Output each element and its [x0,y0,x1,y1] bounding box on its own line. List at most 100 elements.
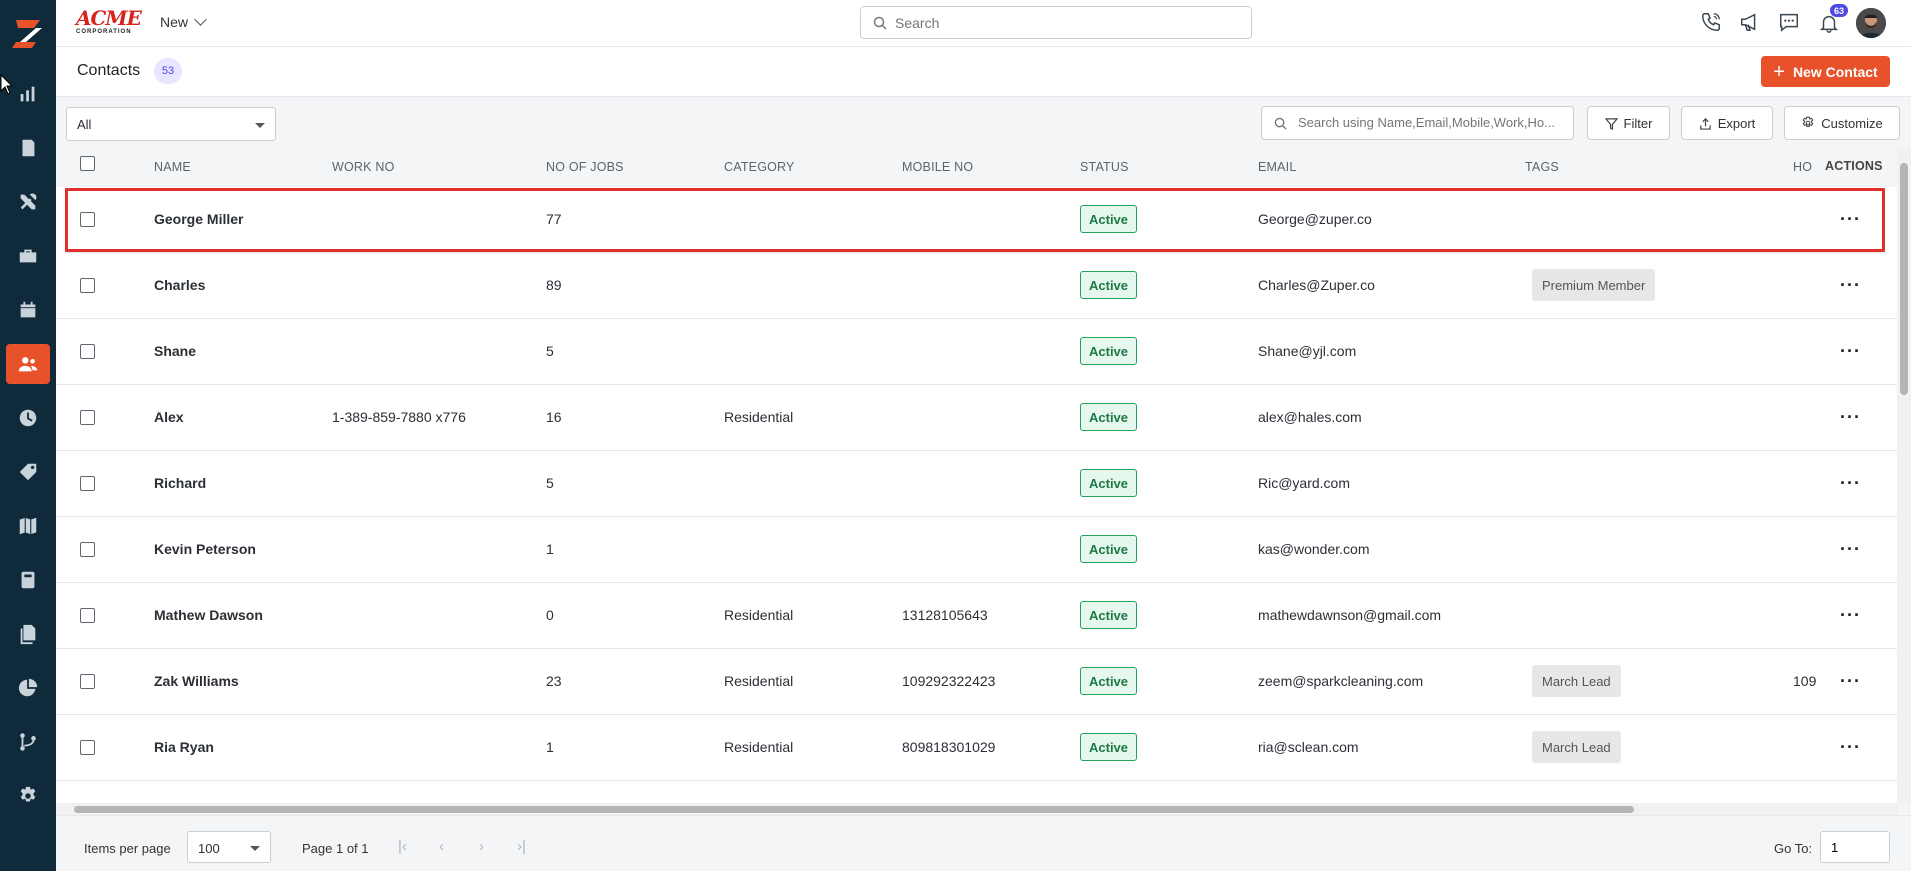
col-header-jobs[interactable]: NO OF JOBS [546,160,624,174]
table-row[interactable]: Alex 1-389-859-7880 x776 16 Residential Acti… [56,385,1898,451]
row-actions-icon[interactable]: ··· [1840,341,1861,362]
customize-button[interactable]: Customize [1784,106,1900,140]
row-checkbox[interactable] [80,344,95,359]
col-header-category[interactable]: CATEGORY [724,160,795,174]
contact-name[interactable]: Alex [154,409,184,425]
table-row[interactable]: Shane 5 Active Shane@yjl.com ··· [56,319,1898,385]
mouse-cursor-icon [0,74,14,95]
horizontal-scrollbar[interactable] [56,803,1898,815]
sidebar-item-tools[interactable] [6,182,50,222]
row-actions-icon[interactable]: ··· [1840,539,1861,560]
export-button[interactable]: Export [1681,106,1773,140]
last-page-icon[interactable]: ›| [517,838,526,855]
contact-name[interactable]: Kevin Peterson [154,541,256,557]
row-actions-icon[interactable]: ··· [1840,275,1861,296]
row-actions-icon[interactable]: ··· [1840,473,1861,494]
col-header-home[interactable]: HO [1793,160,1812,174]
status-badge: Active [1080,469,1138,497]
row-checkbox[interactable] [80,674,95,689]
export-button-label: Export [1717,115,1756,131]
row-checkbox[interactable] [80,278,95,293]
phone-icon[interactable] [1700,11,1722,33]
row-checkbox[interactable] [80,542,95,557]
vertical-scrollbar[interactable] [1897,149,1911,803]
brand-logo[interactable]: ACME CORPORATION [76,8,142,36]
sidebar-item-settings[interactable] [6,776,50,816]
sidebar-item-map[interactable] [6,506,50,546]
status-badge: Active [1080,667,1138,695]
row-actions-icon[interactable]: ··· [1840,407,1861,428]
table-row[interactable]: Richard 5 Active Ric@yard.com ··· [56,451,1898,517]
items-per-page-select[interactable]: 100 [187,831,271,863]
clock-icon [19,409,37,427]
row-actions-icon[interactable]: ··· [1840,737,1861,758]
row-actions-icon[interactable]: ··· [1840,671,1861,692]
sidebar-item-contacts[interactable] [6,344,50,384]
col-header-mobile[interactable]: MOBILE NO [902,160,973,174]
row-actions-icon[interactable]: ··· [1840,605,1861,626]
global-search[interactable] [860,6,1252,39]
table-row[interactable]: Kevin Peterson 1 Active kas@wonder.com ··· [56,517,1898,583]
col-header-email[interactable]: EMAIL [1258,160,1297,174]
contact-name[interactable]: Richard [154,475,206,491]
contact-name[interactable]: Zak Williams [154,673,239,689]
filter-button[interactable]: Filter [1587,106,1670,140]
table-row[interactable]: Zak Williams 23 Residential 109292322423 Act… [56,649,1898,715]
table-row[interactable]: Ria Ryan 1 Residential 809818301029 Active ri… [56,715,1898,781]
upload-icon [1699,117,1711,130]
row-checkbox[interactable] [80,740,95,755]
prev-page-icon[interactable]: ‹ [439,838,444,855]
sidebar-item-jobs[interactable] [6,128,50,168]
vertical-scrollbar-thumb[interactable] [1900,163,1908,395]
sidebar-item-pricing[interactable] [6,452,50,492]
col-header-name[interactable]: NAME [154,160,191,174]
table-row[interactable]: Mathew Dawson 0 Residential 13128105643 Acti… [56,583,1898,649]
row-actions-icon[interactable]: ··· [1840,209,1861,230]
pie-chart-icon [18,678,38,697]
table-header: NAME WORK NO NO OF JOBS CATEGORY MOBILE … [56,149,1898,187]
col-header-tags[interactable]: TAGS [1525,160,1559,174]
view-filter-select[interactable]: All [66,107,276,141]
select-all-checkbox[interactable] [80,156,95,171]
sidebar-item-workflows[interactable] [6,722,50,762]
contact-name[interactable]: Shane [154,343,196,359]
horizontal-scrollbar-thumb[interactable] [74,806,1634,813]
table-row[interactable]: George Miller 77 Active George@zuper.co ··· [64,187,1886,253]
caret-down-icon [250,846,260,851]
global-search-input[interactable] [895,14,1235,31]
sidebar-item-schedule[interactable] [6,290,50,330]
category: Residential [724,607,794,623]
contact-name[interactable]: Charles [154,277,205,293]
top-bar: ACME CORPORATION New 63 [56,0,1911,47]
megaphone-icon[interactable] [1739,11,1761,33]
row-checkbox[interactable] [80,608,95,623]
row-checkbox[interactable] [80,476,95,491]
row-checkbox[interactable] [80,212,95,227]
chat-icon[interactable] [1778,11,1800,33]
table-row[interactable]: Charles 89 Active Charles@Zuper.co Premium M… [56,253,1898,319]
col-header-work-no[interactable]: WORK NO [332,160,395,174]
status-badge: Active [1080,271,1138,299]
sidebar-item-estimates[interactable] [6,560,50,600]
contact-name[interactable]: Mathew Dawson [154,607,263,623]
new-contact-button[interactable]: + New Contact [1761,56,1890,87]
contact-name[interactable]: George Miller [154,211,243,227]
goto-page-input[interactable] [1820,831,1890,863]
user-avatar[interactable] [1856,8,1886,38]
contact-name[interactable]: Ria Ryan [154,739,214,755]
col-header-status[interactable]: STATUS [1080,160,1129,174]
job-count: 5 [546,343,554,359]
contacts-table: NAME WORK NO NO OF JOBS CATEGORY MOBILE … [56,149,1898,803]
next-page-icon[interactable]: › [479,838,484,855]
contacts-search[interactable] [1261,106,1574,140]
contacts-search-input[interactable] [1298,115,1566,130]
first-page-icon[interactable]: |‹ [398,838,407,855]
sidebar-item-timesheets[interactable] [6,398,50,438]
email: kas@wonder.com [1258,541,1370,557]
row-checkbox[interactable] [80,410,95,425]
new-menu-button[interactable]: New [160,13,207,30]
sidebar-item-documents[interactable] [6,614,50,654]
sidebar-item-projects[interactable] [6,236,50,276]
sidebar-item-reports[interactable] [6,668,50,708]
app-logo-icon[interactable] [6,10,50,54]
